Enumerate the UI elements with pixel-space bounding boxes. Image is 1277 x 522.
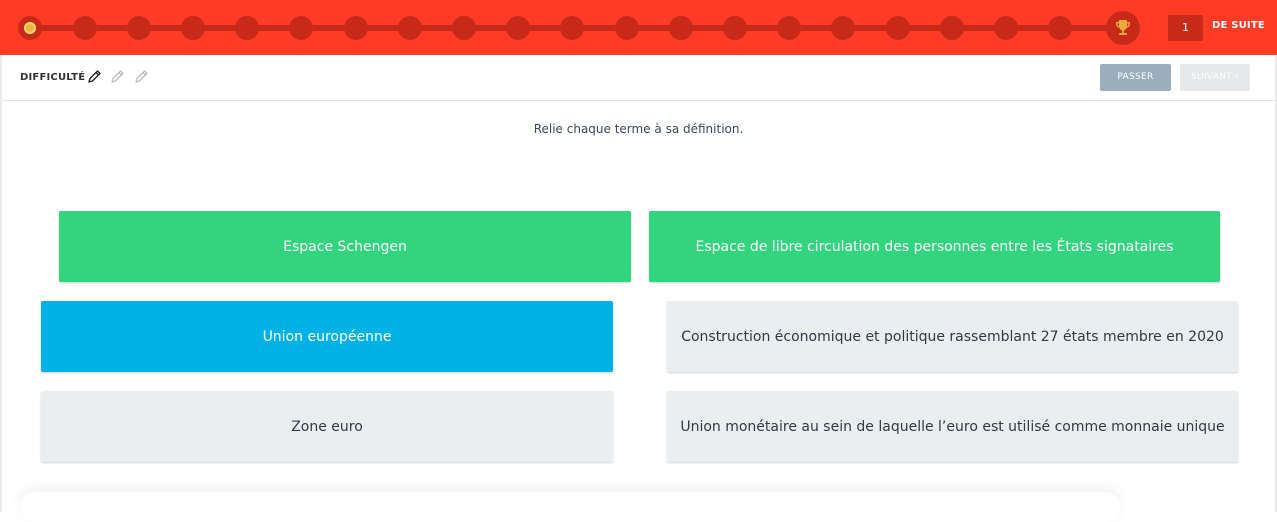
term-card-union-europeenne[interactable]: Union européenne: [41, 301, 613, 372]
progress-step: [994, 16, 1018, 40]
progress-step: [669, 16, 693, 40]
progress-step: [398, 16, 422, 40]
content-bottom-shadow: [20, 492, 1120, 522]
definition-card-schengen[interactable]: Espace de libre circulation des personne…: [649, 211, 1220, 282]
toolbar: DIFFICULTÉ PASSER SUIVANT ›: [0, 55, 1277, 101]
progress-step: [1048, 16, 1072, 40]
streak-count: 1: [1168, 15, 1203, 41]
streak-label: DE SUITE: [1212, 20, 1265, 31]
progress-step: [723, 16, 747, 40]
progress-step-current: [18, 16, 42, 40]
difficulty-label: DIFFICULTÉ: [20, 72, 86, 83]
next-button[interactable]: SUIVANT ›: [1180, 64, 1250, 91]
pencil-icon-empty: [111, 70, 124, 83]
progress-step: [615, 16, 639, 40]
definition-card-zone-euro[interactable]: Union monétaire au sein de laquelle l’eu…: [667, 391, 1238, 462]
trophy-goal: [1106, 11, 1140, 45]
progress-step: [181, 16, 205, 40]
term-card-zone-euro[interactable]: Zone euro: [41, 391, 613, 462]
progress-step: [235, 16, 259, 40]
progress-step: [73, 16, 97, 40]
pencil-icon-filled: [88, 70, 101, 83]
instruction-text: Relie chaque terme à sa définition.: [533, 122, 744, 136]
progress-step: [506, 16, 530, 40]
progress-step: [289, 16, 313, 40]
progress-step: [777, 16, 801, 40]
pencil-icon-empty: [135, 70, 148, 83]
skip-button[interactable]: PASSER: [1100, 64, 1171, 91]
progress-step: [940, 16, 964, 40]
progress-bar: 1 DE SUITE: [0, 0, 1277, 55]
progress-step: [344, 16, 368, 40]
progress-step: [452, 16, 476, 40]
progress-step: [127, 16, 151, 40]
trophy-icon: [1116, 20, 1130, 35]
progress-step: [831, 16, 855, 40]
definition-card-union-europeenne[interactable]: Construction économique et politique ras…: [667, 301, 1238, 372]
progress-step: [560, 16, 584, 40]
term-card-schengen[interactable]: Espace Schengen: [59, 211, 631, 282]
progress-step: [886, 16, 910, 40]
